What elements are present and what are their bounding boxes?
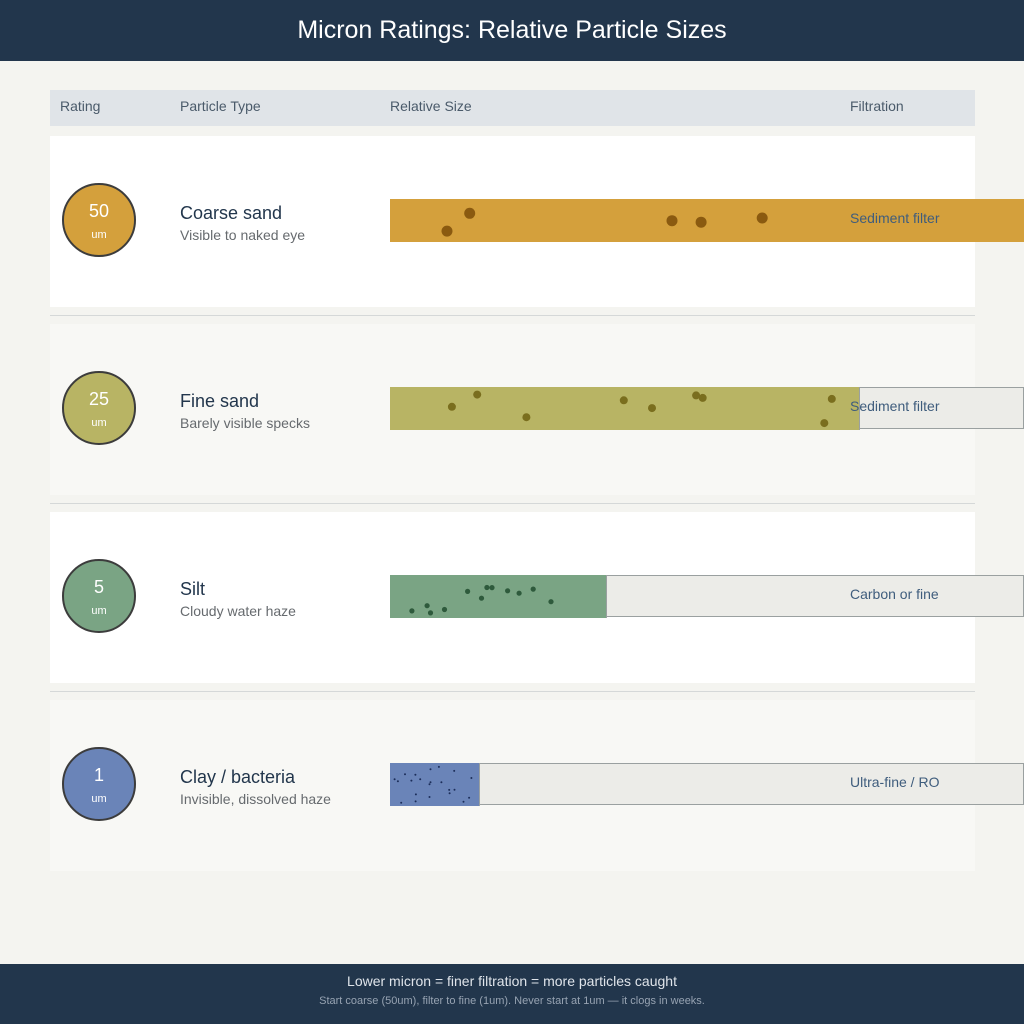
particle-dot	[441, 225, 453, 237]
rating-badge: 1 um	[62, 747, 136, 821]
rating-unit: um	[91, 605, 107, 617]
rating-unit: um	[91, 229, 107, 241]
particle-dot	[400, 801, 403, 804]
particle-description: Cloudy water haze	[180, 603, 296, 619]
rating-badge: 25 um	[62, 371, 136, 445]
particle-dot	[404, 773, 406, 776]
particle-dot	[453, 769, 456, 772]
particle-dot	[548, 599, 554, 605]
particle-dot	[410, 779, 413, 782]
particle-dot	[396, 780, 399, 783]
particle-dot	[424, 603, 430, 609]
particle-dot	[448, 792, 451, 795]
rating-badge: 50 um	[62, 183, 136, 257]
particle-dot	[427, 610, 434, 616]
page-footer: Lower micron = finer filtration = more p…	[0, 964, 1024, 1024]
page-header: Micron Ratings: Relative Particle Sizes	[0, 0, 1024, 61]
filtration-label: Carbon or fine	[850, 586, 939, 602]
particle-dot	[441, 606, 448, 613]
row-divider	[50, 315, 975, 316]
particle-dot	[448, 788, 451, 791]
filtration-label: Ultra-fine / RO	[850, 774, 940, 790]
rating-unit: um	[91, 417, 107, 429]
particle-dot	[468, 796, 471, 799]
particle-dot	[428, 796, 431, 798]
column-header-rating: Rating	[60, 98, 101, 114]
particle-type: Coarse sand	[180, 203, 283, 223]
particle-dot	[464, 207, 476, 219]
particle-dot	[470, 777, 473, 779]
filtration-label: Sediment filter	[850, 398, 940, 414]
filtration-label: Sediment filter	[850, 210, 940, 226]
particle-dot	[619, 396, 628, 405]
particle-dot	[695, 216, 707, 228]
page-title: Micron Ratings: Relative Particle Sizes	[297, 16, 727, 44]
column-header-relative-size: Relative Size	[390, 98, 472, 114]
row-divider	[50, 691, 975, 692]
particle-dot	[437, 765, 440, 768]
particle-dot	[440, 781, 443, 784]
particle-dot	[465, 588, 471, 594]
particle-description: Visible to naked eye	[180, 227, 306, 243]
particle-dot	[530, 586, 536, 592]
particle-dot	[484, 584, 490, 591]
particle-dot	[478, 595, 485, 601]
particle-dot	[698, 393, 707, 402]
particle-dot	[453, 788, 456, 791]
particle-dot	[429, 781, 432, 784]
row-divider	[50, 503, 975, 504]
particle-description: Barely visible specks	[180, 415, 310, 431]
rating-value: 50	[88, 201, 110, 221]
particle-type: Clay / bacteria	[180, 767, 296, 787]
particle-dot	[428, 783, 431, 786]
rating-value: 1	[93, 765, 104, 785]
particle-type: Silt	[180, 579, 206, 599]
particle-dot	[489, 585, 495, 591]
particle-dot	[827, 394, 836, 403]
footer-main-text: Lower micron = finer filtration = more p…	[347, 973, 677, 989]
particle-dot	[666, 215, 678, 227]
particle-type: Fine sand	[180, 391, 260, 411]
rating-badge: 5 um	[62, 559, 136, 633]
particle-dot	[505, 588, 511, 594]
particle-dot	[414, 773, 417, 776]
particle-dot	[473, 390, 482, 399]
particle-dot	[409, 608, 415, 614]
column-header-particle-type: Particle Type	[180, 98, 261, 114]
particle-dot	[756, 212, 768, 224]
column-header-row: Rating Particle Type Relative Size Filtr…	[50, 90, 975, 126]
column-header-filtration: Filtration	[850, 98, 904, 114]
particle-dot	[429, 768, 432, 771]
particle-dot	[419, 778, 422, 781]
particle-dot	[447, 402, 456, 411]
particle-dot	[522, 413, 531, 422]
rating-value: 5	[93, 577, 104, 597]
particle-dot	[393, 778, 396, 781]
particle-dot	[462, 800, 465, 803]
particle-dot	[820, 419, 829, 428]
particle-dot	[648, 404, 656, 413]
particle-dot	[414, 793, 417, 796]
rating-value: 25	[88, 389, 110, 409]
particle-description: Invisible, dissolved haze	[180, 791, 331, 807]
particle-dot	[516, 590, 522, 596]
footer-sub-text: Start coarse (50um), filter to fine (1um…	[319, 995, 705, 1007]
rating-unit: um	[91, 793, 107, 805]
particle-dot	[414, 800, 417, 803]
